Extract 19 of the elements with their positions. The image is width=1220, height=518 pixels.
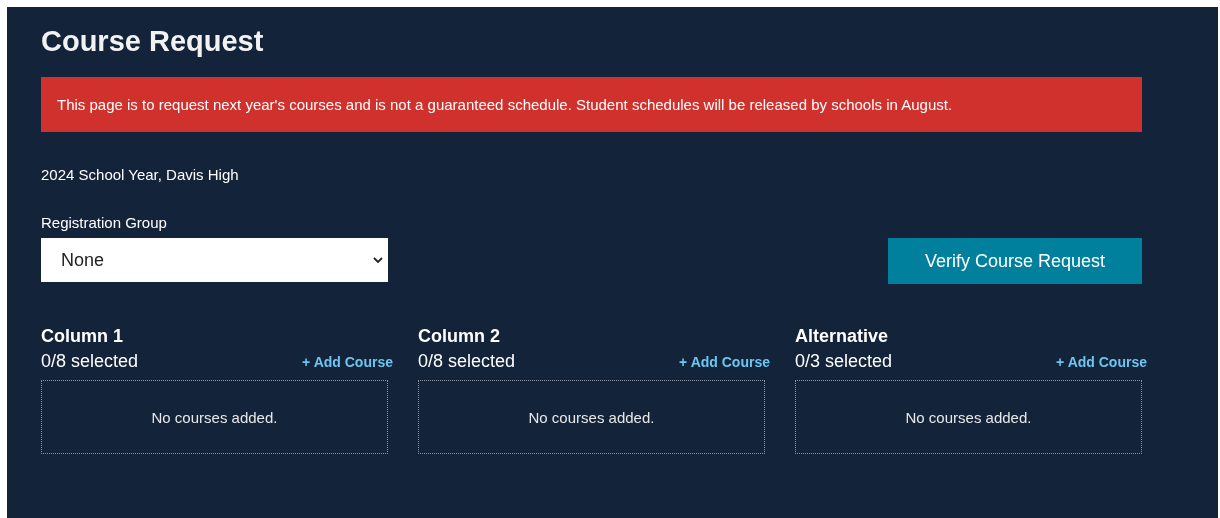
empty-message: No courses added. [151, 408, 278, 426]
add-course-link[interactable]: + Add Course [679, 353, 770, 370]
selected-count: 0/3 selected [795, 351, 893, 372]
selected-count: 0/8 selected [418, 351, 516, 372]
selected-count: 0/8 selected [41, 351, 139, 372]
registration-group-dropdown[interactable]: None [41, 238, 388, 282]
school-year-text: 2024 School Year, Davis High [41, 166, 239, 183]
verify-button[interactable]: Verify Course Request [888, 238, 1142, 284]
column-title: Column 2 [418, 326, 500, 347]
chevron-down-icon [373, 256, 383, 264]
field-label: Registration Group [41, 214, 167, 231]
empty-message: No courses added. [528, 408, 655, 426]
add-course-link[interactable]: + Add Course [1056, 353, 1147, 370]
column-title: Alternative [795, 326, 889, 347]
column-title: Column 1 [41, 326, 123, 347]
page-title: Course Request [41, 25, 264, 58]
empty-message: No courses added. [905, 408, 1032, 426]
add-course-link[interactable]: + Add Course [302, 353, 393, 370]
alert-banner: This page is to request next year's courses and is not a guaranteed schedule. Student schedules will be released by schools in August. [41, 77, 1142, 132]
